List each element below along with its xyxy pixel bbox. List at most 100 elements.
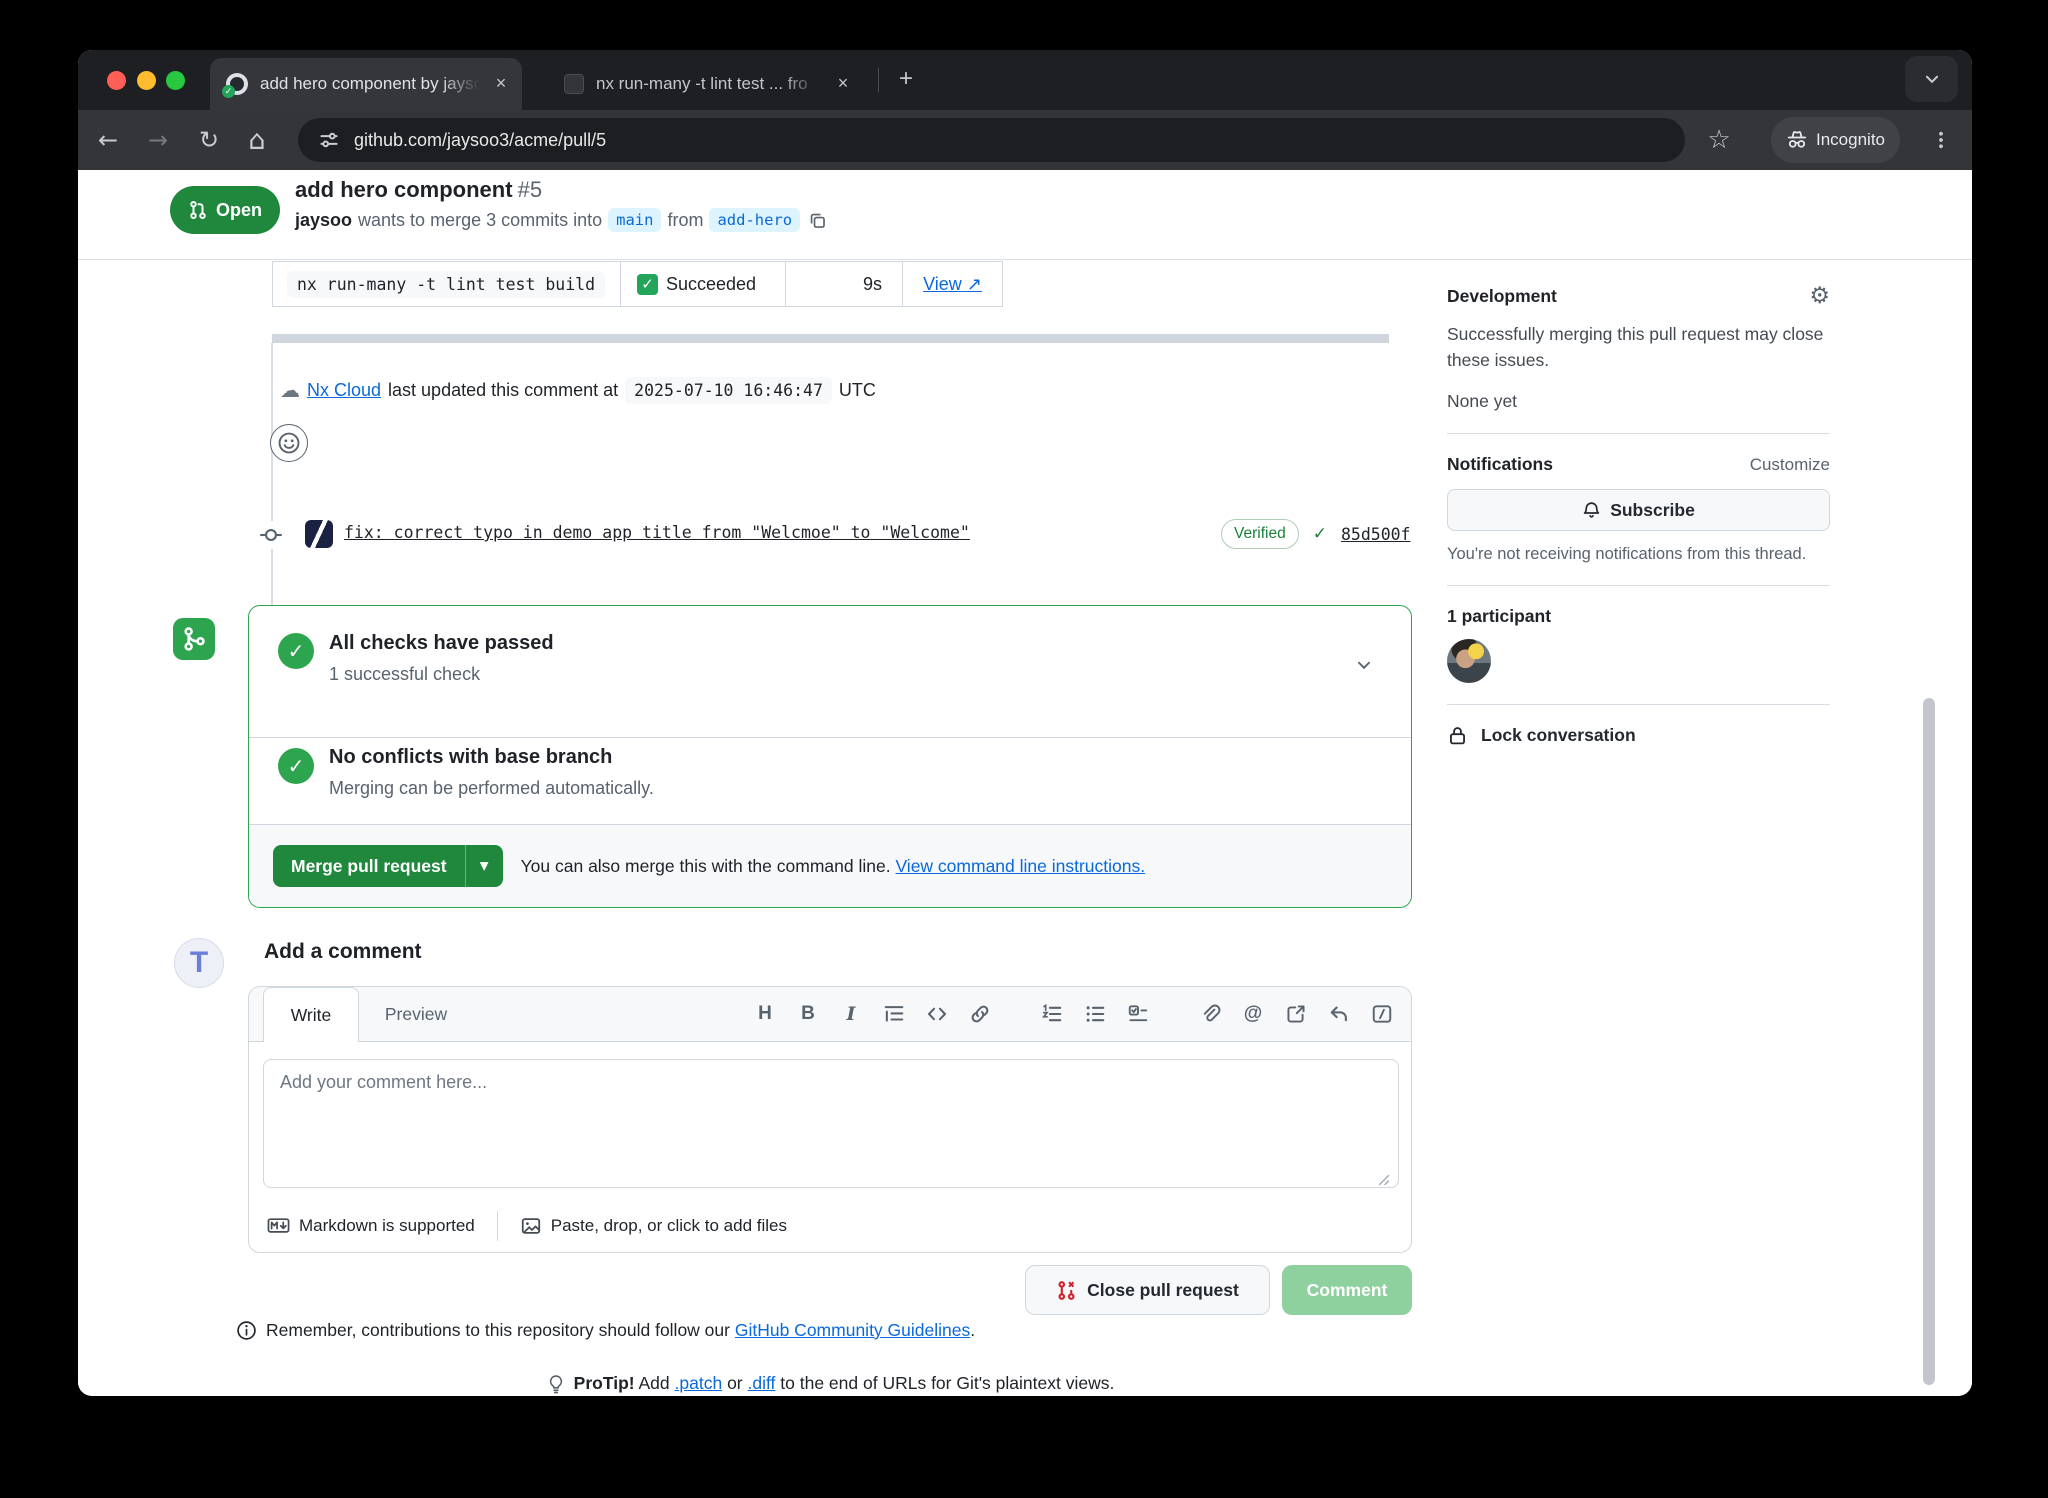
- participant-avatar[interactable]: [1447, 639, 1491, 683]
- notifications-note: You're not receiving notifications from …: [1447, 545, 1830, 564]
- page-scrollbar[interactable]: [1923, 698, 1935, 1385]
- chevron-down-icon[interactable]: [1355, 656, 1373, 674]
- cloud-icon: ☁: [280, 378, 300, 402]
- bold-icon[interactable]: B: [797, 1003, 819, 1025]
- lock-conversation-button[interactable]: Lock conversation: [1447, 725, 1830, 746]
- numbered-list-icon[interactable]: [1041, 1003, 1063, 1025]
- code-icon[interactable]: [926, 1003, 948, 1025]
- check-view-cell: View ↗: [903, 262, 1002, 306]
- subscribe-button[interactable]: Subscribe: [1447, 489, 1830, 531]
- forward-icon[interactable]: →: [141, 123, 175, 157]
- guidelines-link[interactable]: GitHub Community Guidelines: [735, 1320, 970, 1340]
- lightbulb-icon: [546, 1374, 566, 1394]
- back-icon[interactable]: ←: [91, 123, 125, 157]
- quote-icon[interactable]: [883, 1003, 905, 1025]
- nx-cloud-note: ☁ Nx Cloud last updated this comment at …: [280, 373, 876, 407]
- tab-nx-run[interactable]: nx run-many -t lint test ... fro ×: [548, 58, 864, 110]
- close-pr-label: Close pull request: [1087, 1280, 1239, 1301]
- address-bar[interactable]: github.com/jaysoo3/acme/pull/5: [298, 118, 1685, 162]
- tab-preview[interactable]: Preview: [361, 987, 471, 1041]
- tab-search-chevron-button[interactable]: [1905, 56, 1958, 102]
- resize-grip[interactable]: [1377, 1173, 1390, 1186]
- gear-icon[interactable]: ⚙: [1809, 283, 1830, 309]
- nx-cloud-link[interactable]: Nx Cloud: [307, 380, 381, 401]
- new-tab-button[interactable]: +: [890, 64, 922, 96]
- task-list-icon[interactable]: [1127, 1003, 1149, 1025]
- check-duration-cell: 9s: [786, 262, 903, 306]
- bullet-list-icon[interactable]: [1084, 1003, 1106, 1025]
- check-command-cell: nx run-many -t lint test build: [273, 262, 621, 306]
- pr-state-badge: Open: [170, 186, 280, 234]
- view-check-link[interactable]: View ↗: [923, 274, 982, 295]
- mention-icon[interactable]: @: [1242, 1003, 1264, 1025]
- reload-icon[interactable]: ↻: [192, 123, 226, 157]
- markdown-note[interactable]: Markdown is supported: [267, 1214, 475, 1237]
- success-check-icon: ✓: [637, 274, 658, 295]
- footer-divider: [497, 1211, 498, 1241]
- check-circle-icon: ✓: [278, 748, 314, 784]
- traffic-close-button[interactable]: [107, 71, 126, 90]
- checks-section[interactable]: ✓ All checks have passed 1 successful ch…: [249, 606, 1411, 738]
- merge-button-label[interactable]: Merge pull request: [273, 845, 465, 887]
- commit-author-avatar[interactable]: [305, 520, 333, 548]
- incognito-label: Incognito: [1816, 130, 1885, 150]
- cli-instructions-link[interactable]: View command line instructions.: [895, 856, 1145, 876]
- base-branch-chip[interactable]: main: [608, 208, 661, 232]
- subscribe-label: Subscribe: [1610, 500, 1695, 521]
- patch-link[interactable]: .patch: [675, 1373, 723, 1393]
- check-status: Succeeded: [666, 274, 756, 295]
- add-reaction-button[interactable]: [270, 424, 308, 462]
- pr-author[interactable]: jaysoo: [295, 210, 352, 231]
- close-pull-request-button[interactable]: Close pull request: [1025, 1265, 1270, 1315]
- site-info-icon[interactable]: [318, 129, 340, 151]
- comment-input[interactable]: [263, 1059, 1399, 1188]
- browser-menu-icon[interactable]: [1924, 123, 1958, 157]
- sidebar-divider: [1447, 585, 1830, 586]
- heading-icon[interactable]: H: [754, 1003, 776, 1025]
- comment-editor-footer: Markdown is supported Paste, drop, or cl…: [249, 1199, 1411, 1252]
- italic-icon[interactable]: I: [840, 1003, 862, 1025]
- nx-cloud-timestamp: 2025-07-10 16:46:47: [625, 377, 832, 404]
- check-command: nx run-many -t lint test build: [287, 271, 605, 298]
- protip-text: to the end of URLs for Git's plaintext v…: [780, 1373, 1114, 1393]
- github-favicon: ✓: [226, 73, 248, 95]
- check-badge-icon: ✓: [222, 85, 235, 98]
- diff-link[interactable]: .diff: [748, 1373, 776, 1393]
- tab-title: add hero component by jayso: [260, 74, 480, 94]
- nx-cloud-utc: UTC: [839, 380, 876, 401]
- attach-file-icon[interactable]: [1199, 1003, 1221, 1025]
- avatar-letter: T: [190, 946, 208, 980]
- copy-branch-icon[interactable]: [808, 211, 827, 230]
- participants-title: 1 participant: [1447, 606, 1830, 627]
- sidebar-divider: [1447, 433, 1830, 434]
- tab-pull-request[interactable]: ✓ add hero component by jayso ×: [210, 58, 522, 110]
- formatting-toolbar: H B I: [754, 987, 1393, 1041]
- bookmark-star-icon[interactable]: ☆: [1702, 123, 1736, 157]
- head-branch-chip[interactable]: add-hero: [709, 208, 800, 232]
- from-label: from: [667, 210, 703, 231]
- commit-message-link[interactable]: fix: correct typo in demo app title from…: [344, 523, 970, 542]
- git-pull-request-icon: [188, 200, 208, 220]
- commit-sha-link[interactable]: 85d500f: [1341, 525, 1411, 544]
- check-duration: 9s: [863, 274, 882, 295]
- saved-replies-icon[interactable]: [1328, 1003, 1350, 1025]
- tab-close-icon[interactable]: ×: [488, 71, 514, 97]
- paste-files-button[interactable]: Paste, drop, or click to add files: [520, 1215, 787, 1237]
- slash-commands-icon[interactable]: [1371, 1003, 1393, 1025]
- tab-close-icon[interactable]: ×: [830, 71, 856, 97]
- cross-reference-icon[interactable]: [1285, 1003, 1307, 1025]
- traffic-zoom-button[interactable]: [166, 71, 185, 90]
- traffic-minimize-button[interactable]: [137, 71, 156, 90]
- merge-options-caret[interactable]: ▾: [465, 845, 503, 887]
- merge-pull-request-button[interactable]: Merge pull request ▾: [273, 845, 503, 887]
- customize-link[interactable]: Customize: [1750, 455, 1830, 475]
- merge-actions: Merge pull request ▾ You can also merge …: [249, 825, 1411, 907]
- lock-icon: [1447, 725, 1468, 746]
- tab-write[interactable]: Write: [263, 987, 359, 1042]
- comment-submit-button[interactable]: Comment: [1282, 1265, 1412, 1315]
- conflicts-section: ✓ No conflicts with base branch Merging …: [249, 738, 1411, 825]
- git-pull-request-closed-icon: [1056, 1280, 1077, 1301]
- home-icon[interactable]: ⌂: [240, 123, 274, 157]
- link-icon[interactable]: [969, 1003, 991, 1025]
- verified-badge[interactable]: Verified: [1221, 519, 1299, 549]
